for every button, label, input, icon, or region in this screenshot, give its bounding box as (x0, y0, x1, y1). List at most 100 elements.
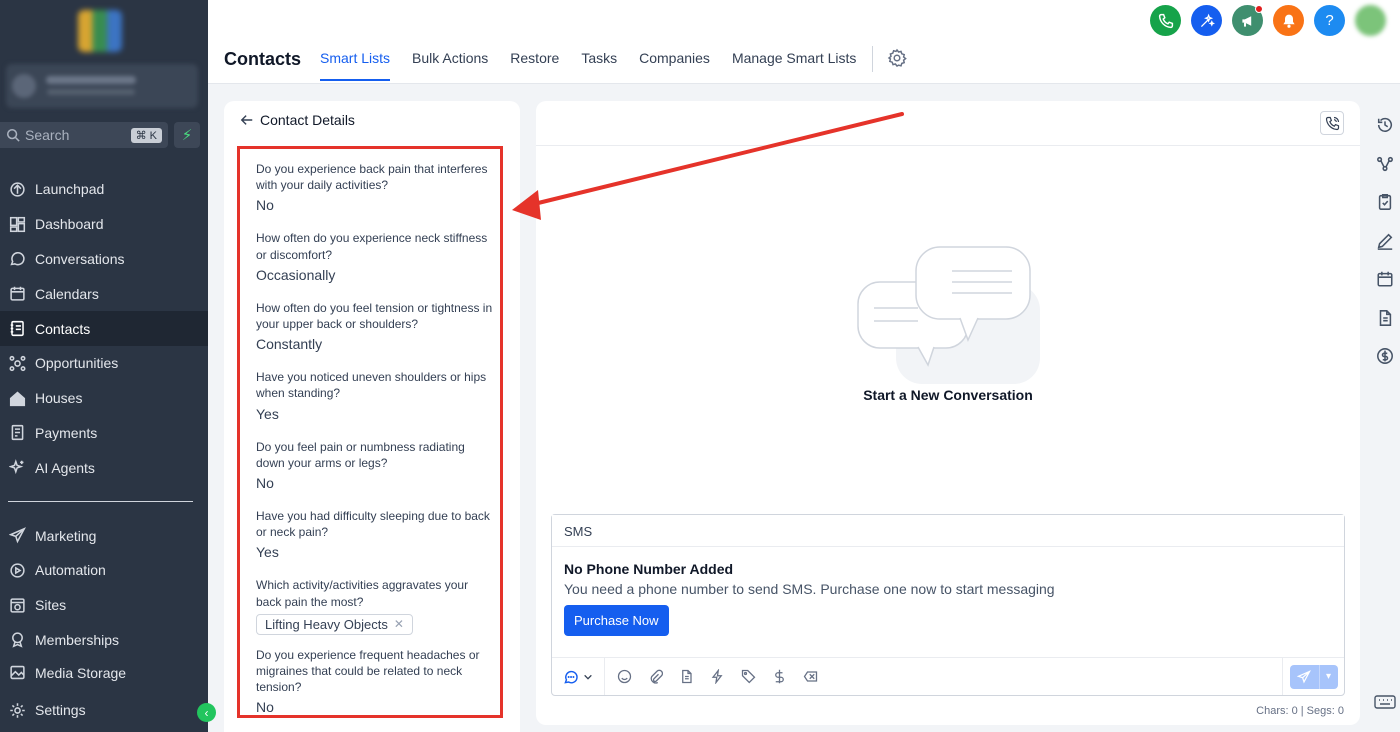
trigger-button[interactable] (702, 658, 733, 695)
ai-assistant-button[interactable] (1191, 5, 1222, 36)
ai-sparkle-icon (1200, 13, 1215, 27)
sidebar-item-memberships[interactable]: Memberships (0, 623, 208, 658)
search-input[interactable]: Search ⌘ K (0, 122, 168, 148)
payments-button[interactable] (1372, 337, 1398, 376)
pen-icon (1377, 233, 1393, 250)
chevron-down-icon (584, 674, 592, 680)
top-bar: Contacts Smart Lists Bulk Actions Restor… (208, 0, 1400, 84)
clear-button[interactable] (795, 658, 826, 695)
custom-field: Do you experience back pain that interfe… (256, 161, 496, 214)
arrow-left-icon[interactable] (240, 113, 254, 127)
channel-tab-sms[interactable]: SMS (552, 515, 1344, 547)
custom-fields-list: Do you experience back pain that interfe… (256, 161, 496, 732)
phone-call-icon (1325, 116, 1339, 130)
payment-button[interactable] (764, 658, 795, 695)
send-icon (8, 527, 26, 545)
field-answer[interactable]: Yes (256, 406, 496, 423)
workflow-icon (1377, 156, 1393, 171)
sidebar-item-automation[interactable]: Automation (0, 553, 208, 588)
template-button[interactable] (671, 658, 702, 695)
sidebar-item-conversations[interactable]: Conversations (0, 242, 208, 277)
custom-field: How often do you feel tension or tightne… (256, 300, 496, 353)
sidebar-item-marketing[interactable]: Marketing (0, 518, 208, 553)
send-area: ▾ (1282, 658, 1344, 695)
call-button[interactable] (1320, 111, 1344, 135)
field-answer[interactable]: Occasionally (256, 267, 496, 284)
notes-button[interactable] (1372, 222, 1398, 261)
sidebar-item-sites[interactable]: Sites (0, 588, 208, 623)
tab-manage-smart-lists[interactable]: Manage Smart Lists (732, 50, 857, 81)
sidebar-item-payments[interactable]: Payments (0, 416, 208, 451)
emoji-icon (617, 669, 632, 684)
remove-chip-icon[interactable]: ✕ (394, 617, 404, 631)
opportunities-icon (8, 354, 26, 372)
message-type-dropdown[interactable] (552, 658, 605, 695)
workflow-button[interactable] (1372, 145, 1398, 184)
paperclip-icon (650, 669, 663, 684)
tab-bulk-actions[interactable]: Bulk Actions (412, 50, 488, 81)
sidebar-item-label: Sites (35, 597, 67, 614)
sidebar-item-houses[interactable]: Houses (0, 381, 208, 416)
user-avatar[interactable] (1355, 5, 1386, 36)
search-placeholder: Search (25, 127, 70, 143)
field-answer[interactable]: No (256, 475, 496, 492)
contact-details-header[interactable]: Contact Details (240, 112, 355, 128)
emoji-button[interactable] (609, 658, 640, 695)
quick-actions-button[interactable]: ⚡ (174, 122, 200, 148)
account-switcher[interactable] (6, 64, 198, 108)
contact-details-panel: Contact Details Do you experience back p… (224, 101, 520, 732)
announcements-button[interactable] (1232, 5, 1263, 36)
tab-companies[interactable]: Companies (639, 50, 710, 81)
field-answer[interactable]: No (256, 699, 496, 716)
page-title: Contacts (224, 49, 302, 69)
tab-smart-lists[interactable]: Smart Lists (320, 50, 391, 81)
chat-icon (8, 250, 26, 268)
sidebar-item-calendars[interactable]: Calendars (0, 276, 208, 311)
field-answer[interactable]: No (256, 197, 496, 214)
attach-button[interactable] (640, 658, 671, 695)
custom-field: Have you noticed uneven shoulders or hip… (256, 369, 496, 422)
composer-toolbar: ▾ (552, 657, 1344, 695)
sidebar-item-launchpad[interactable]: Launchpad (0, 172, 208, 207)
keyboard-icon[interactable] (1374, 694, 1396, 710)
sidebar-item-dashboard[interactable]: Dashboard (0, 207, 208, 242)
sidebar-item-ai-agents[interactable]: AI Agents (0, 450, 208, 485)
custom-field: Which activity/activities aggravates you… (256, 577, 496, 646)
collapse-sidebar-button[interactable]: ‹ (197, 703, 216, 722)
send-button[interactable]: ▾ (1289, 664, 1338, 689)
field-question: Have you noticed uneven shoulders or hip… (256, 370, 487, 401)
settings-gear-icon[interactable] (887, 48, 908, 68)
sidebar-item-settings[interactable]: Settings (0, 693, 208, 728)
conversation-panel: Start a New Conversation SMS No Phone Nu… (536, 101, 1360, 725)
sidebar-item-contacts[interactable]: Contacts (0, 311, 208, 346)
phone-button[interactable] (1150, 5, 1181, 36)
sidebar-item-label: Settings (35, 702, 86, 719)
sites-icon (8, 596, 26, 614)
sidebar-item-label: Media Storage (35, 665, 127, 682)
empty-state-title: Start a New Conversation (863, 387, 1033, 403)
char-counter: Chars: 0 | Segs: 0 (1256, 705, 1344, 717)
field-answer[interactable]: Yes (256, 544, 496, 561)
sidebar-item-media-storage[interactable]: Media Storage (0, 657, 208, 681)
header-tabs: Smart Lists Bulk Actions Restore Tasks C… (309, 46, 908, 81)
sidebar-item-label: Automation (35, 562, 106, 579)
field-question: Have you had difficulty sleeping due to … (256, 509, 490, 540)
field-answer[interactable]: Constantly (256, 336, 496, 353)
chip-label: Lifting Heavy Objects (265, 616, 388, 632)
field-chip[interactable]: Lifting Heavy Objects ✕ (256, 613, 413, 635)
company-logo[interactable] (78, 10, 122, 52)
documents-button[interactable] (1372, 299, 1398, 338)
sidebar-item-opportunities[interactable]: Opportunities (0, 346, 208, 381)
tab-tasks[interactable]: Tasks (581, 50, 617, 81)
appointments-button[interactable] (1372, 260, 1398, 299)
tab-restore[interactable]: Restore (510, 50, 559, 81)
activity-button[interactable] (1372, 106, 1398, 145)
custom-field: Do you feel pain or numbness radiating d… (256, 439, 496, 492)
purchase-now-button[interactable]: Purchase Now (564, 605, 669, 636)
sidebar: Search ⌘ K ⚡ Launchpad Dashboard Convers… (0, 0, 208, 732)
chevron-down-icon[interactable]: ▾ (1320, 671, 1338, 682)
tag-button[interactable] (733, 658, 764, 695)
help-button[interactable]: ? (1314, 5, 1345, 36)
tasks-button[interactable] (1372, 183, 1398, 222)
notifications-button[interactable] (1273, 5, 1304, 36)
